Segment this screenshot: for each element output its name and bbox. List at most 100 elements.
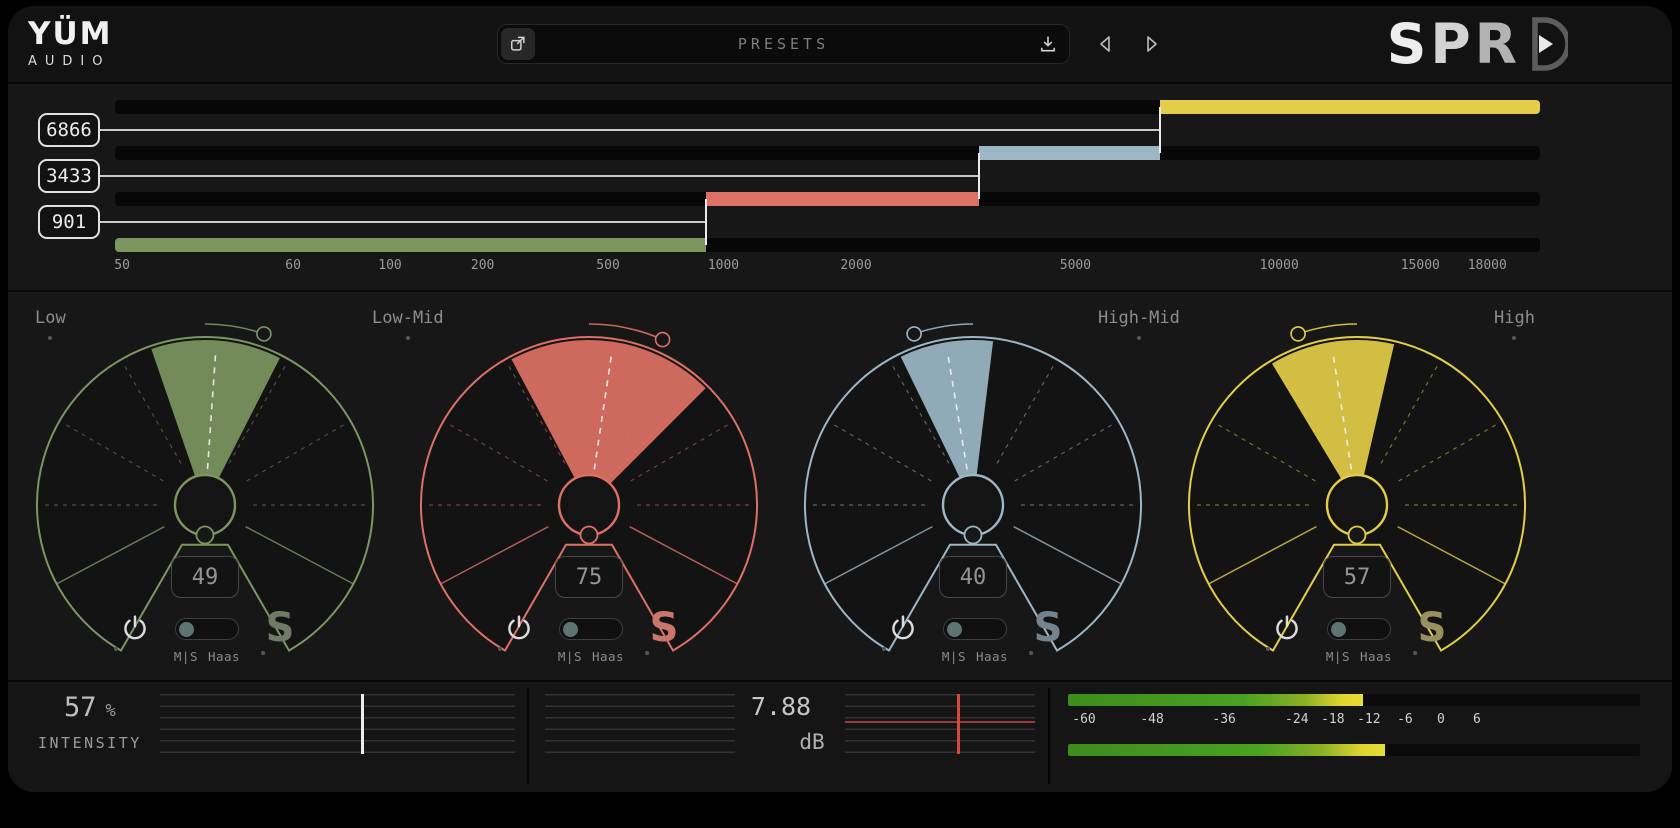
width-value-text: 75 <box>576 565 603 590</box>
frequency-tick-label: 200 <box>471 258 494 273</box>
crossover-frequency-value[interactable]: 901 <box>38 205 100 239</box>
toggle-knob[interactable] <box>179 622 194 637</box>
toggle-knob[interactable] <box>947 622 962 637</box>
power-button-low-mid[interactable] <box>504 614 534 644</box>
intensity-unit: % <box>106 701 116 721</box>
power-icon <box>1273 614 1301 642</box>
yum-logo-subtitle: AUDIO <box>28 54 112 69</box>
band-panel-low-mid: 75 M|S Haas S <box>397 300 781 676</box>
frequency-tick-label: 18000 <box>1468 258 1507 273</box>
mode-labels: M|S Haas <box>153 649 261 664</box>
width-value-text: 57 <box>1344 565 1371 590</box>
gain-slider-handle[interactable] <box>957 694 960 754</box>
meter-bar-left <box>1068 694 1640 706</box>
haas-label: Haas <box>208 649 240 664</box>
gain-value: 7.88 <box>721 692 841 721</box>
meter-scale: -60-48-36-24-18-12-606 <box>1068 712 1640 732</box>
presets-label[interactable]: PRESETS <box>498 35 1069 53</box>
frequency-tick-label: 2000 <box>840 258 871 273</box>
power-button-low[interactable] <box>120 614 150 644</box>
solo-button-low[interactable]: S <box>258 603 302 653</box>
meter-scale-label: 6 <box>1473 712 1481 727</box>
arrow-right-icon <box>1139 32 1163 56</box>
solo-button-high-mid[interactable]: S <box>1026 603 1070 653</box>
ms-haas-toggle-low-mid[interactable] <box>559 618 623 640</box>
power-icon <box>889 614 917 642</box>
preset-bar[interactable]: PRESETS <box>497 24 1070 64</box>
automation-dot <box>1413 651 1417 655</box>
gain-slider[interactable] <box>845 694 1035 754</box>
sprd-d-glyph <box>1526 15 1568 73</box>
automation-dot <box>498 647 502 651</box>
spectrum-panel: 6866343390150601002005001000200050001000… <box>8 86 1672 292</box>
sprd-logo: S P R <box>1387 14 1568 74</box>
meter-scale-label: -6 <box>1397 712 1413 727</box>
frequency-tick-label: 50 <box>114 258 130 273</box>
mode-labels: M|S Haas <box>1305 649 1413 664</box>
band-range-high-mid[interactable] <box>979 146 1160 160</box>
save-preset-button[interactable] <box>1033 29 1063 59</box>
band-range-low[interactable] <box>115 238 706 252</box>
arrow-left-icon <box>1094 32 1118 56</box>
automation-dot <box>645 651 649 655</box>
haas-label: Haas <box>1360 649 1392 664</box>
toggle-knob[interactable] <box>563 622 578 637</box>
solo-button-high[interactable]: S <box>1410 603 1454 653</box>
crossover-connector <box>100 129 1160 131</box>
meter-scale-label: -48 <box>1140 712 1163 727</box>
ms-haas-toggle-high[interactable] <box>1327 618 1391 640</box>
band-range-high[interactable] <box>1160 100 1540 114</box>
intensity-label: INTENSITY <box>38 734 142 752</box>
intensity-slider[interactable] <box>160 694 515 754</box>
sprd-letter-r: R <box>1475 12 1521 76</box>
frequency-tick-label: 5000 <box>1060 258 1091 273</box>
footer: 57 % INTENSITY 7.88 dB -60-48-36-24-18-1… <box>8 684 1672 792</box>
plugin-window: YÜM AUDIO PRESETS <box>8 6 1672 792</box>
power-button-high-mid[interactable] <box>888 614 918 644</box>
width-value-high[interactable]: 57 <box>1323 556 1391 598</box>
sprd-letter-s: S <box>1387 12 1431 76</box>
mode-labels: M|S Haas <box>537 649 645 664</box>
width-value-low[interactable]: 49 <box>171 556 239 598</box>
haas-label: Haas <box>976 649 1008 664</box>
band-panel-high: 57 M|S Haas S <box>1165 300 1549 676</box>
meter-scale-label: -60 <box>1072 712 1095 727</box>
crossover-frequency-value[interactable]: 6866 <box>38 113 100 147</box>
sprd-letter-p: P <box>1430 12 1474 76</box>
previous-preset-button[interactable] <box>1093 32 1119 58</box>
band-range-low-mid[interactable] <box>706 192 978 206</box>
gain-slider-line <box>845 721 1035 723</box>
toggle-knob[interactable] <box>1331 622 1346 637</box>
meter-scale-label: -18 <box>1321 712 1344 727</box>
ms-label: M|S <box>1326 649 1350 664</box>
automation-dot <box>114 647 118 651</box>
bands-section: Low Low-Mid High-Mid High 49 <box>8 294 1672 682</box>
meter-scale-label: -24 <box>1285 712 1308 727</box>
meter-bar-right <box>1068 744 1640 756</box>
next-preset-button[interactable] <box>1138 32 1164 58</box>
meter-fill-left <box>1068 694 1363 706</box>
meter-scale-label: -36 <box>1212 712 1235 727</box>
yum-logo-text: YÜM <box>28 16 112 52</box>
output-meter: -60-48-36-24-18-12-606 <box>1068 684 1640 792</box>
gain-slider-track-left[interactable] <box>545 694 735 754</box>
meter-scale-label: -12 <box>1357 712 1380 727</box>
width-value-low-mid[interactable]: 75 <box>555 556 623 598</box>
power-button-high[interactable] <box>1272 614 1302 644</box>
intensity-readout: 57 % <box>64 692 116 723</box>
ms-label: M|S <box>942 649 966 664</box>
frequency-tick-label: 10000 <box>1260 258 1299 273</box>
ms-haas-toggle-high-mid[interactable] <box>943 618 1007 640</box>
automation-dot <box>1266 647 1270 651</box>
spectrum-content: 6866343390150601002005001000200050001000… <box>8 86 1672 290</box>
intensity-slider-handle[interactable] <box>361 694 364 754</box>
width-value-text: 49 <box>192 565 219 590</box>
download-icon <box>1038 34 1058 54</box>
footer-divider <box>527 688 529 784</box>
haas-label: Haas <box>592 649 624 664</box>
solo-button-low-mid[interactable]: S <box>642 603 686 653</box>
ms-haas-toggle-low[interactable] <box>175 618 239 640</box>
crossover-frequency-value[interactable]: 3433 <box>38 159 100 193</box>
frequency-track <box>115 238 1540 252</box>
width-value-high-mid[interactable]: 40 <box>939 556 1007 598</box>
